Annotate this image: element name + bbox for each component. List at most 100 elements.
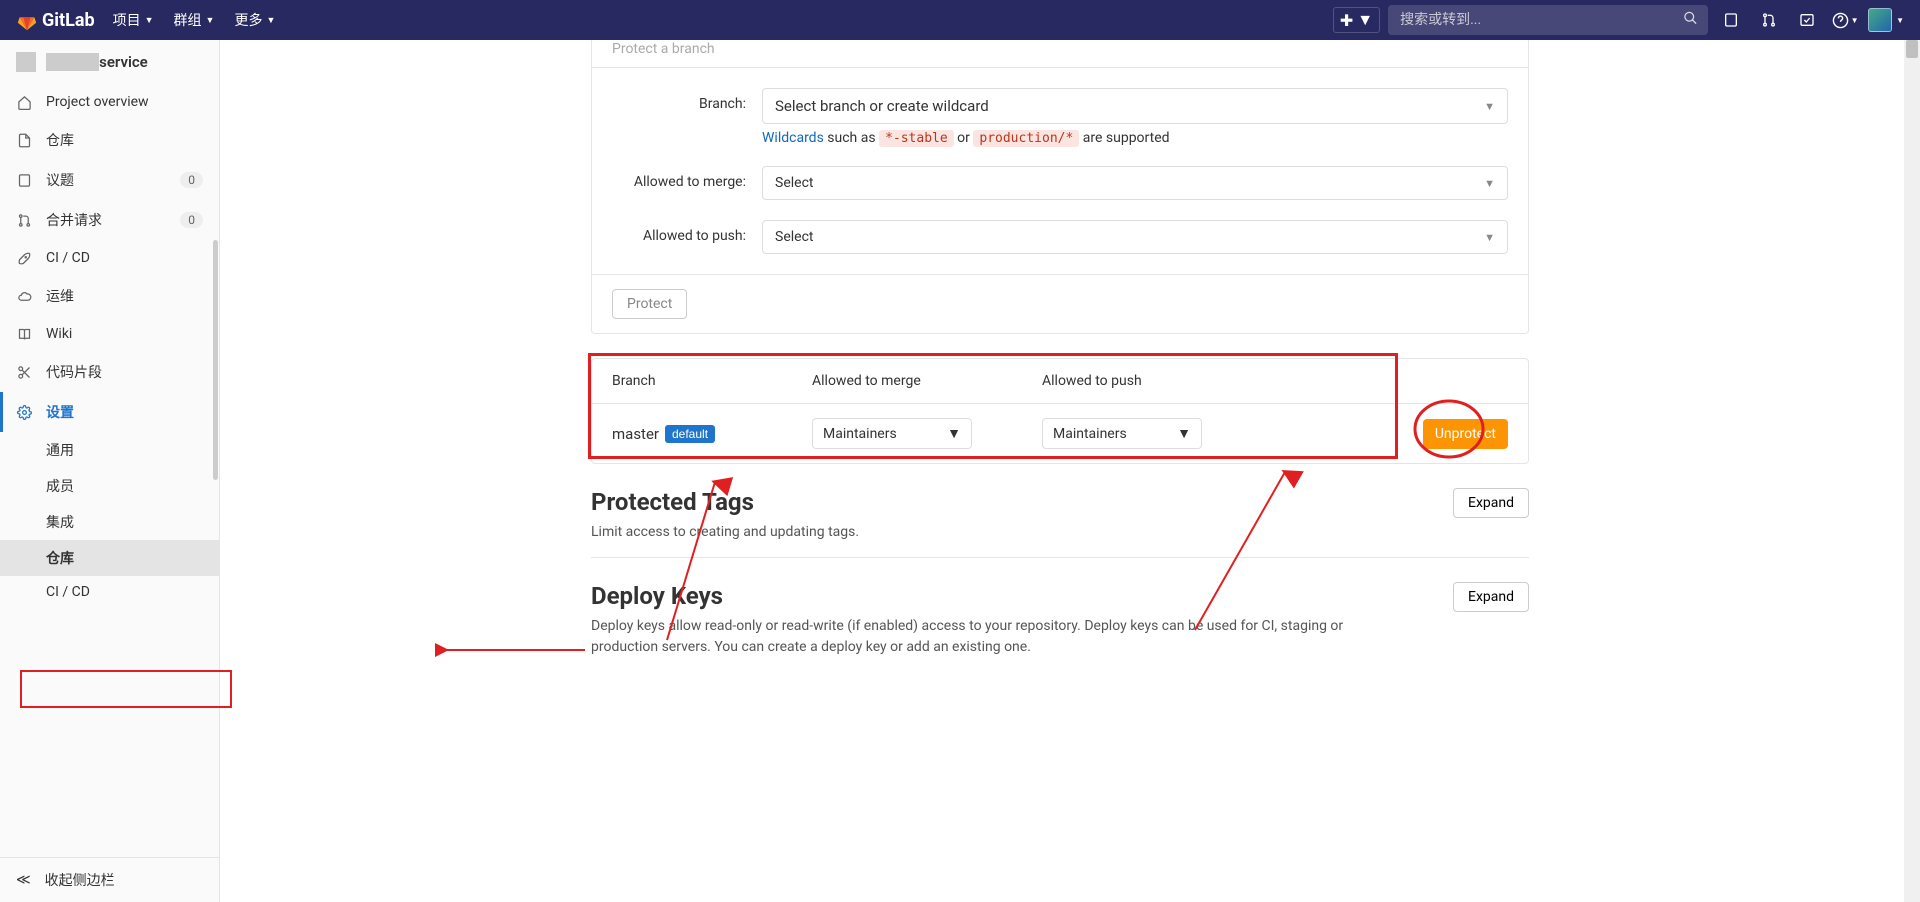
section-desc: Limit access to creating and updating ta…: [591, 522, 859, 543]
default-badge: default: [665, 425, 715, 443]
section-title: Protected Tags: [591, 488, 859, 516]
sidebar: xxxxxxxservice Project overview 仓库 议题0 合…: [0, 40, 220, 902]
row-push-select[interactable]: Maintainers▼: [1042, 418, 1202, 449]
nav-right: ✚▼ ▼ ▼: [1333, 5, 1904, 35]
wildcards-hint: Wildcards such as *-stable or production…: [762, 130, 1508, 146]
chevron-down-icon: ▼: [947, 425, 961, 442]
unprotect-button[interactable]: Unprotect: [1423, 419, 1508, 449]
chevron-down-icon: ▼: [1357, 10, 1373, 30]
chevron-down-icon: ▼: [206, 15, 215, 26]
sidebar-sub-general[interactable]: 通用: [0, 432, 219, 468]
merge-label: Allowed to merge:: [612, 166, 762, 190]
search-container: [1388, 5, 1708, 35]
doc-icon: [16, 133, 32, 148]
section-title: Deploy Keys: [591, 582, 1351, 610]
new-button[interactable]: ✚▼: [1333, 7, 1380, 33]
issues-shortcut[interactable]: [1716, 5, 1746, 35]
search-icon[interactable]: [1683, 11, 1698, 30]
row-merge-select[interactable]: Maintainers▼: [812, 418, 972, 449]
th-branch: Branch: [612, 373, 812, 389]
expand-button[interactable]: Expand: [1453, 582, 1529, 612]
sidebar-item-label: Wiki: [46, 326, 72, 342]
protect-branch-card: Protect a branch Branch: Select branch o…: [591, 30, 1529, 334]
cloud-icon: [16, 289, 32, 304]
sidebar-item-label: 代码片段: [46, 362, 102, 382]
sidebar-item-repo[interactable]: 仓库: [0, 120, 219, 160]
search-input[interactable]: [1388, 5, 1708, 35]
merge-icon: [16, 213, 32, 228]
project-header[interactable]: xxxxxxxservice: [0, 40, 219, 84]
sidebar-item-overview[interactable]: Project overview: [0, 84, 219, 120]
wildcards-link[interactable]: Wildcards: [762, 130, 824, 146]
chevron-down-icon: ▼: [1484, 177, 1495, 190]
issue-icon: [1723, 12, 1739, 28]
sidebar-item-ops[interactable]: 运维: [0, 276, 219, 316]
sidebar-item-cicd[interactable]: CI / CD: [0, 240, 219, 276]
rocket-icon: [16, 251, 32, 266]
chevron-left-icon: ≪: [16, 872, 31, 888]
annotation-arrow: [435, 640, 595, 660]
top-navbar: GitLab 项目▼ 群组▼ 更多▼ ✚▼ ▼ ▼: [0, 0, 1920, 40]
sidebar-item-label: Project overview: [46, 94, 149, 110]
help-button[interactable]: ▼: [1830, 5, 1860, 35]
sidebar-item-snippets[interactable]: 代码片段: [0, 352, 219, 392]
sidebar-sub-members[interactable]: 成员: [0, 468, 219, 504]
push-select[interactable]: Select▼: [762, 220, 1508, 254]
sidebar-item-settings[interactable]: 设置: [0, 392, 219, 432]
chevron-down-icon: ▼: [1851, 16, 1859, 25]
deploy-keys-section: Deploy Keys Deploy keys allow read-only …: [591, 558, 1529, 672]
sidebar-sub-cicd[interactable]: CI / CD: [0, 576, 219, 608]
avatar-icon: [1868, 8, 1892, 32]
collapse-sidebar[interactable]: ≪收起侧边栏: [0, 857, 219, 902]
plus-icon: ✚: [1340, 11, 1353, 30]
check-icon: [1799, 12, 1815, 28]
th-merge: Allowed to merge: [812, 373, 1042, 389]
book-icon: [16, 327, 32, 342]
protected-table: Branch Allowed to merge Allowed to push …: [591, 358, 1529, 464]
merge-icon: [1761, 12, 1777, 28]
help-icon: [1832, 12, 1849, 29]
section-desc: Deploy keys allow read-only or read-writ…: [591, 616, 1351, 658]
scissors-icon: [16, 365, 32, 380]
sidebar-sub-integrations[interactable]: 集成: [0, 504, 219, 540]
th-push: Allowed to push: [1042, 373, 1272, 389]
sidebar-item-label: 运维: [46, 286, 74, 306]
project-icon: [16, 52, 36, 72]
todos-shortcut[interactable]: [1792, 5, 1822, 35]
nav-more[interactable]: 更多▼: [224, 10, 285, 30]
main-content: Protect a branch Branch: Select branch o…: [220, 30, 1900, 672]
nav-projects[interactable]: 项目▼: [103, 10, 164, 30]
sidebar-sub-repo[interactable]: 仓库: [0, 540, 219, 576]
table-head: Branch Allowed to merge Allowed to push: [592, 359, 1528, 404]
chevron-down-icon: ▼: [1896, 16, 1904, 25]
home-icon: [16, 95, 32, 110]
branch-select[interactable]: Select branch or create wildcard▼: [762, 88, 1508, 124]
push-label: Allowed to push:: [612, 220, 762, 244]
protect-button[interactable]: Protect: [612, 289, 687, 319]
merge-select[interactable]: Select▼: [762, 166, 1508, 200]
expand-button[interactable]: Expand: [1453, 488, 1529, 518]
sidebar-scrollbar[interactable]: [211, 40, 219, 902]
table-row: masterdefault Maintainers▼ Maintainers▼ …: [592, 404, 1528, 463]
sidebar-item-mr[interactable]: 合并请求 0: [0, 200, 219, 240]
sidebar-item-label: 仓库: [46, 130, 74, 150]
gear-icon: [16, 405, 32, 420]
sidebar-item-issues[interactable]: 议题0: [0, 160, 219, 200]
chevron-down-icon: ▼: [1484, 100, 1495, 113]
user-menu[interactable]: ▼: [1868, 8, 1904, 32]
nav-groups[interactable]: 群组▼: [164, 10, 225, 30]
branch-label: Branch:: [612, 88, 762, 112]
count-badge: 0: [180, 172, 203, 188]
count-badge: 0: [180, 212, 203, 228]
gitlab-logo[interactable]: GitLab: [16, 9, 95, 31]
sidebar-item-label: CI / CD: [46, 250, 90, 266]
project-name: xxxxxxxservice: [46, 53, 148, 71]
page-scrollbar[interactable]: [1904, 0, 1920, 902]
mr-shortcut[interactable]: [1754, 5, 1784, 35]
nav-menu: 项目▼ 群组▼ 更多▼: [103, 10, 286, 30]
sidebar-item-label: 设置: [46, 402, 74, 422]
protected-tags-section: Protected Tags Limit access to creating …: [591, 464, 1529, 558]
sidebar-item-label: 合并请求: [46, 210, 102, 230]
sidebar-item-wiki[interactable]: Wiki: [0, 316, 219, 352]
chevron-down-icon: ▼: [266, 15, 275, 26]
